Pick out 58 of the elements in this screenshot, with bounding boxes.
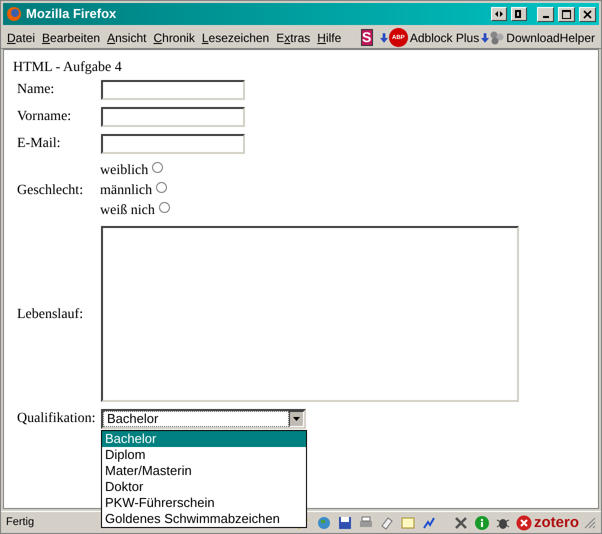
field-label: Lebenslauf:	[17, 306, 84, 324]
resize-button[interactable]	[491, 7, 507, 21]
firefox-icon	[6, 6, 22, 22]
close-icon	[583, 10, 592, 18]
dropdown-option[interactable]: PKW-Führerschein	[102, 494, 306, 510]
dropdown-option[interactable]: Goldenes Schwimmabzeichen	[102, 510, 306, 526]
maximize-icon	[562, 10, 571, 18]
save-icon[interactable]	[337, 514, 353, 530]
info-icon[interactable]	[474, 514, 490, 530]
minimize-icon	[542, 16, 548, 18]
arrows-icon	[495, 10, 503, 18]
field-label: E-Mail:	[17, 135, 62, 153]
dropdown-option[interactable]: Mater/Masterin	[102, 462, 306, 478]
detach-button[interactable]	[511, 7, 527, 21]
close-button[interactable]	[579, 6, 596, 22]
menu-item[interactable]: Lesezeichen	[202, 28, 270, 46]
field-label: Qualifikation:	[17, 410, 97, 428]
adblock-button[interactable]: Adblock Plus	[410, 28, 480, 46]
balls-icon[interactable]	[490, 30, 504, 44]
stumble-button[interactable]: S	[360, 29, 373, 46]
eraser-icon[interactable]	[379, 514, 395, 530]
field-label: Geschlecht:	[17, 182, 84, 200]
menu-item[interactable]: Extras	[276, 28, 310, 46]
downloadhelper-button[interactable]: DownloadHelper	[506, 28, 596, 46]
dropdown-option[interactable]: Diplom	[102, 446, 306, 462]
close-icon[interactable]	[516, 514, 532, 530]
caret-icon	[293, 416, 300, 420]
down-arrow-icon[interactable]	[380, 30, 388, 44]
window-icon	[515, 10, 523, 18]
note-icon[interactable]	[400, 514, 416, 530]
resize-grip-icon	[584, 516, 596, 528]
field-label: Vorname:	[17, 108, 72, 126]
dropdown-option[interactable]: Bachelor	[102, 430, 306, 446]
menu-item[interactable]: Ansicht	[107, 28, 146, 46]
minimize-button[interactable]	[537, 6, 554, 22]
maximize-button[interactable]	[558, 6, 575, 22]
radio-button[interactable]	[152, 162, 164, 173]
down-arrow-icon[interactable]	[481, 30, 490, 44]
menu-item[interactable]: Bearbeiten	[42, 28, 100, 46]
field-label: Name:	[17, 81, 56, 99]
radio-button[interactable]	[158, 202, 170, 213]
chart-icon[interactable]	[421, 514, 437, 530]
menu-item[interactable]: Datei	[7, 28, 36, 46]
text-field[interactable]	[101, 134, 245, 154]
menu-item[interactable]: Chronik	[153, 28, 195, 46]
radio-label: männlich	[100, 182, 152, 200]
text-field[interactable]	[101, 106, 245, 126]
zotero-button[interactable]: zotero	[534, 515, 579, 530]
text-field[interactable]	[101, 80, 245, 100]
window-title: Mozilla Firefox	[26, 5, 116, 24]
status-text: Fertig	[6, 515, 34, 530]
radio-label: weiß nich	[100, 202, 155, 220]
dropdown-arrow-button[interactable]	[289, 410, 304, 426]
dropdown-option[interactable]: Doktor	[102, 478, 306, 494]
menu-item[interactable]: Hilfe	[317, 28, 342, 46]
radio-label: weiblich	[100, 162, 148, 180]
radio-button[interactable]	[156, 182, 168, 193]
page-heading: HTML - Aufgabe 4	[13, 59, 123, 77]
